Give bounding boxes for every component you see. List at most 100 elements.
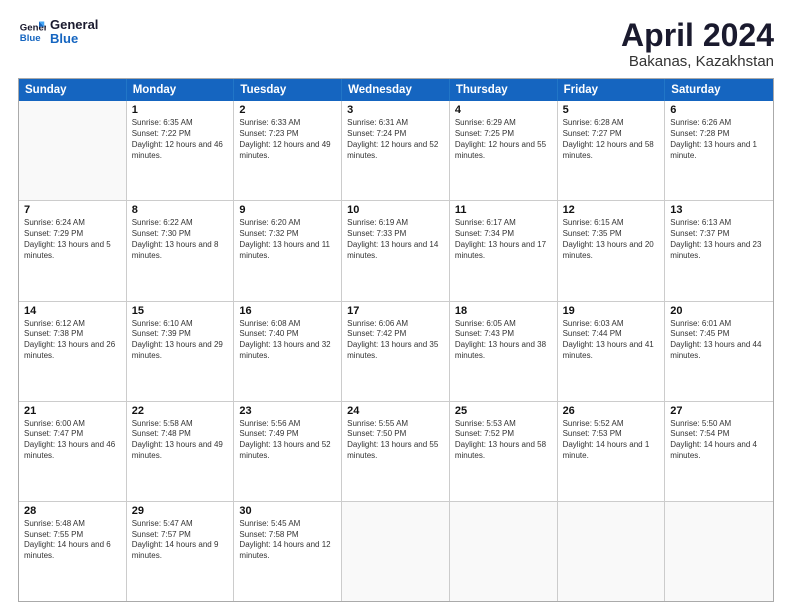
sunrise: Sunrise: 6:03 AM [563, 319, 660, 330]
sunrise: Sunrise: 6:10 AM [132, 319, 229, 330]
sunset: Sunset: 7:42 PM [347, 329, 444, 340]
sunset: Sunset: 7:33 PM [347, 229, 444, 240]
sunrise: Sunrise: 5:50 AM [670, 419, 768, 430]
sunrise: Sunrise: 5:52 AM [563, 419, 660, 430]
sunset: Sunset: 7:37 PM [670, 229, 768, 240]
daylight: Daylight: 14 hours and 9 minutes. [132, 540, 229, 562]
daylight: Daylight: 12 hours and 46 minutes. [132, 140, 229, 162]
sunrise: Sunrise: 6:00 AM [24, 419, 121, 430]
calendar-day-4: 4Sunrise: 6:29 AMSunset: 7:25 PMDaylight… [450, 101, 558, 200]
daylight: Daylight: 13 hours and 35 minutes. [347, 340, 444, 362]
sunrise: Sunrise: 6:24 AM [24, 218, 121, 229]
calendar-day-21: 21Sunrise: 6:00 AMSunset: 7:47 PMDayligh… [19, 402, 127, 501]
sunset: Sunset: 7:24 PM [347, 129, 444, 140]
sunset: Sunset: 7:44 PM [563, 329, 660, 340]
sunrise: Sunrise: 6:05 AM [455, 319, 552, 330]
sunset: Sunset: 7:38 PM [24, 329, 121, 340]
daylight: Daylight: 14 hours and 6 minutes. [24, 540, 121, 562]
day-number: 22 [132, 405, 229, 417]
daylight: Daylight: 13 hours and 46 minutes. [24, 440, 121, 462]
sunset: Sunset: 7:22 PM [132, 129, 229, 140]
daylight: Daylight: 14 hours and 1 minute. [563, 440, 660, 462]
day-number: 8 [132, 204, 229, 216]
empty-cell [558, 502, 666, 601]
header-day-thursday: Thursday [450, 79, 558, 101]
calendar-day-17: 17Sunrise: 6:06 AMSunset: 7:42 PMDayligh… [342, 302, 450, 401]
day-number: 11 [455, 204, 552, 216]
calendar-week-5: 28Sunrise: 5:48 AMSunset: 7:55 PMDayligh… [19, 502, 773, 601]
day-number: 6 [670, 104, 768, 116]
day-number: 7 [24, 204, 121, 216]
calendar-day-11: 11Sunrise: 6:17 AMSunset: 7:34 PMDayligh… [450, 201, 558, 300]
svg-text:Blue: Blue [20, 33, 41, 44]
day-number: 24 [347, 405, 444, 417]
daylight: Daylight: 12 hours and 58 minutes. [563, 140, 660, 162]
day-number: 4 [455, 104, 552, 116]
empty-cell [19, 101, 127, 200]
daylight: Daylight: 13 hours and 11 minutes. [239, 240, 336, 262]
day-number: 30 [239, 505, 336, 517]
day-number: 25 [455, 405, 552, 417]
sunset: Sunset: 7:55 PM [24, 530, 121, 541]
sunrise: Sunrise: 6:33 AM [239, 118, 336, 129]
calendar-day-13: 13Sunrise: 6:13 AMSunset: 7:37 PMDayligh… [665, 201, 773, 300]
header: General Blue General Blue April 2024 Bak… [18, 18, 774, 70]
day-number: 28 [24, 505, 121, 517]
sunrise: Sunrise: 5:58 AM [132, 419, 229, 430]
calendar-week-1: 1Sunrise: 6:35 AMSunset: 7:22 PMDaylight… [19, 101, 773, 201]
calendar-day-5: 5Sunrise: 6:28 AMSunset: 7:27 PMDaylight… [558, 101, 666, 200]
main-title: April 2024 [621, 18, 774, 53]
sunset: Sunset: 7:29 PM [24, 229, 121, 240]
calendar-day-12: 12Sunrise: 6:15 AMSunset: 7:35 PMDayligh… [558, 201, 666, 300]
day-number: 3 [347, 104, 444, 116]
daylight: Daylight: 13 hours and 29 minutes. [132, 340, 229, 362]
sunrise: Sunrise: 6:22 AM [132, 218, 229, 229]
daylight: Daylight: 13 hours and 1 minute. [670, 140, 768, 162]
daylight: Daylight: 13 hours and 49 minutes. [132, 440, 229, 462]
day-number: 16 [239, 305, 336, 317]
sunset: Sunset: 7:58 PM [239, 530, 336, 541]
calendar-outer: SundayMondayTuesdayWednesdayThursdayFrid… [18, 78, 774, 602]
day-number: 13 [670, 204, 768, 216]
empty-cell [450, 502, 558, 601]
daylight: Daylight: 14 hours and 12 minutes. [239, 540, 336, 562]
calendar-day-2: 2Sunrise: 6:33 AMSunset: 7:23 PMDaylight… [234, 101, 342, 200]
sunset: Sunset: 7:50 PM [347, 429, 444, 440]
daylight: Daylight: 13 hours and 44 minutes. [670, 340, 768, 362]
calendar-day-19: 19Sunrise: 6:03 AMSunset: 7:44 PMDayligh… [558, 302, 666, 401]
sunrise: Sunrise: 6:26 AM [670, 118, 768, 129]
calendar-day-3: 3Sunrise: 6:31 AMSunset: 7:24 PMDaylight… [342, 101, 450, 200]
sunset: Sunset: 7:35 PM [563, 229, 660, 240]
calendar-day-15: 15Sunrise: 6:10 AMSunset: 7:39 PMDayligh… [127, 302, 235, 401]
calendar-day-1: 1Sunrise: 6:35 AMSunset: 7:22 PMDaylight… [127, 101, 235, 200]
sunset: Sunset: 7:53 PM [563, 429, 660, 440]
empty-cell [665, 502, 773, 601]
sunrise: Sunrise: 6:29 AM [455, 118, 552, 129]
sunset: Sunset: 7:54 PM [670, 429, 768, 440]
logo-icon: General Blue [18, 18, 46, 46]
day-number: 23 [239, 405, 336, 417]
day-number: 15 [132, 305, 229, 317]
calendar-day-10: 10Sunrise: 6:19 AMSunset: 7:33 PMDayligh… [342, 201, 450, 300]
sunrise: Sunrise: 6:31 AM [347, 118, 444, 129]
sunset: Sunset: 7:49 PM [239, 429, 336, 440]
sunrise: Sunrise: 6:01 AM [670, 319, 768, 330]
title-block: April 2024 Bakanas, Kazakhstan [621, 18, 774, 70]
day-number: 21 [24, 405, 121, 417]
calendar-day-29: 29Sunrise: 5:47 AMSunset: 7:57 PMDayligh… [127, 502, 235, 601]
calendar-day-16: 16Sunrise: 6:08 AMSunset: 7:40 PMDayligh… [234, 302, 342, 401]
daylight: Daylight: 13 hours and 32 minutes. [239, 340, 336, 362]
sunrise: Sunrise: 5:53 AM [455, 419, 552, 430]
sunset: Sunset: 7:52 PM [455, 429, 552, 440]
sunrise: Sunrise: 6:12 AM [24, 319, 121, 330]
sunrise: Sunrise: 5:45 AM [239, 519, 336, 530]
day-number: 9 [239, 204, 336, 216]
sunset: Sunset: 7:45 PM [670, 329, 768, 340]
day-number: 1 [132, 104, 229, 116]
sunrise: Sunrise: 6:13 AM [670, 218, 768, 229]
empty-cell [342, 502, 450, 601]
sunset: Sunset: 7:43 PM [455, 329, 552, 340]
daylight: Daylight: 14 hours and 4 minutes. [670, 440, 768, 462]
day-number: 26 [563, 405, 660, 417]
calendar-day-28: 28Sunrise: 5:48 AMSunset: 7:55 PMDayligh… [19, 502, 127, 601]
